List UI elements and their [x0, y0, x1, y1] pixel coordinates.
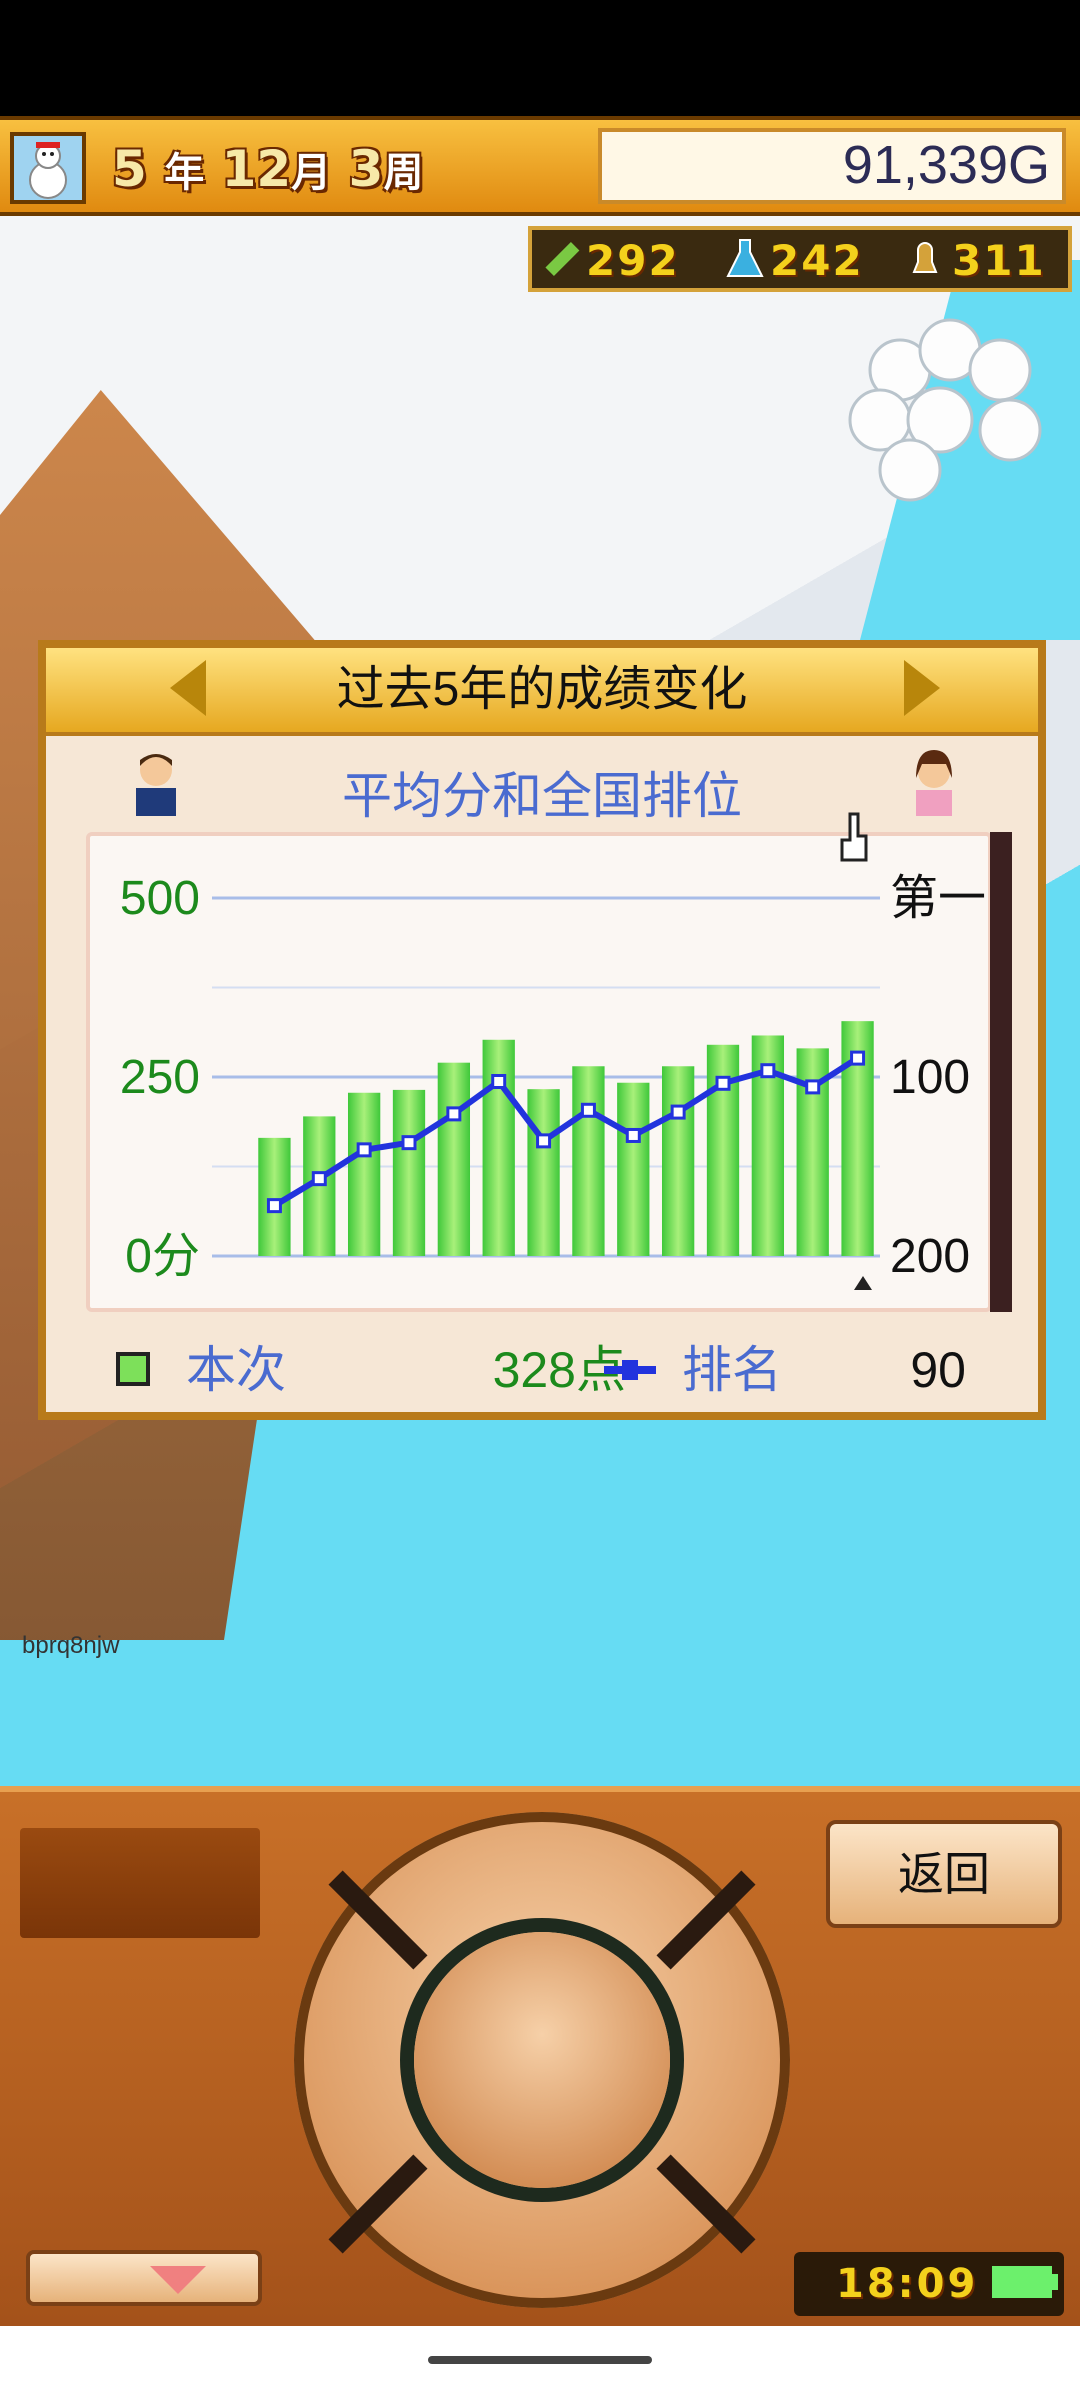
bell-value: 311 — [952, 236, 1046, 285]
right-axis-tick: 100 — [890, 1051, 970, 1104]
week-value: 3 — [348, 140, 384, 198]
game-header: 5 年 12月 3周 91,339G — [0, 116, 1080, 216]
home-indicator[interactable] — [428, 2356, 652, 2364]
rank-point — [446, 1106, 462, 1122]
rank-point — [760, 1063, 776, 1079]
rank-point — [670, 1104, 686, 1120]
legend-rank-value: 90 — [910, 1342, 966, 1398]
score-bar — [527, 1089, 560, 1256]
left-axis-tick: 250 — [120, 1051, 200, 1104]
rank-point — [580, 1102, 596, 1118]
rank-point — [850, 1050, 866, 1066]
battery-icon — [992, 2266, 1052, 2298]
score-rank-chart: 500 250 0分 第一 100 200 — [120, 872, 986, 1290]
week-unit: 周 — [383, 150, 424, 196]
pencil-value: 292 — [586, 236, 680, 285]
scroll-bar[interactable] — [990, 832, 1012, 1312]
score-bar — [482, 1039, 515, 1256]
dialog-title: 过去5年的成绩变化 — [336, 663, 748, 716]
chart-legend: 本次 328点 排名 90 — [46, 1338, 1038, 1408]
right-axis-tick: 第一 — [890, 872, 986, 925]
money-display: 91,339G — [598, 128, 1066, 204]
legend-line-marker — [622, 1360, 638, 1380]
chart-panel: 500 250 0分 第一 100 200 — [86, 832, 992, 1312]
snow-trees — [840, 310, 1060, 510]
hand-cursor-icon — [836, 810, 876, 870]
left-axis-tick: 0分 — [125, 1230, 200, 1283]
year-value: 5 — [112, 140, 147, 198]
score-bar — [347, 1092, 381, 1256]
legend-bar-swatch — [116, 1352, 150, 1386]
system-nav-bar — [0, 2326, 1080, 2400]
girl-student-avatar — [904, 748, 964, 818]
flask-icon — [722, 236, 768, 282]
info-box — [20, 1828, 260, 1938]
rank-point — [401, 1135, 417, 1151]
left-axis-tick: 500 — [120, 872, 200, 925]
bell-icon — [902, 236, 948, 282]
score-bar — [572, 1066, 605, 1256]
month-unit: 月 — [291, 150, 332, 196]
chart-subtitle: 平均分和全国排位 — [342, 768, 742, 824]
next-arrow-button[interactable] — [904, 660, 940, 716]
legend-current-label: 本次 — [186, 1342, 286, 1398]
rank-point — [715, 1075, 731, 1091]
watermark-text: bprq8njw — [22, 1632, 120, 1659]
rank-point — [625, 1127, 641, 1143]
rank-point — [805, 1079, 821, 1095]
year-unit: 年 — [164, 150, 205, 196]
controller-panel: 返回 18:09 — [0, 1786, 1080, 2326]
score-bar — [437, 1062, 471, 1256]
score-bar — [617, 1082, 650, 1256]
legend-rank-label: 排名 — [682, 1342, 782, 1398]
month-value: 12 — [221, 140, 292, 198]
flask-value: 242 — [770, 236, 864, 285]
down-triangle-icon — [150, 2266, 206, 2294]
scroll-marker — [854, 1276, 872, 1290]
snowman-icon[interactable] — [10, 132, 86, 204]
score-bar — [392, 1089, 426, 1256]
battery-tip — [1052, 2274, 1058, 2290]
back-button[interactable]: 返回 — [826, 1820, 1062, 1928]
pencil-icon — [538, 236, 584, 282]
dpad-center-button[interactable] — [414, 1932, 670, 2188]
right-axis-tick: 200 — [890, 1230, 970, 1283]
clock-display: 18:09 — [794, 2252, 1064, 2316]
rank-point — [311, 1171, 327, 1187]
rank-point — [536, 1133, 552, 1149]
down-button[interactable] — [26, 2250, 262, 2306]
legend-score-value: 328点 — [492, 1342, 626, 1398]
clock-time: 18:09 — [836, 2261, 979, 2307]
score-bar — [661, 1066, 695, 1256]
resource-bar: 292 242 311 — [528, 226, 1072, 292]
status-bar-area — [0, 0, 1080, 116]
rank-point — [491, 1073, 507, 1089]
results-dialog: 过去5年的成绩变化 平均分和全国排位 500 250 0分 第一 100 200 本次 3… — [38, 640, 1046, 1420]
rank-point — [356, 1142, 372, 1158]
date-display: 5 年 12月 3周 — [112, 136, 423, 202]
rank-point — [266, 1198, 282, 1214]
